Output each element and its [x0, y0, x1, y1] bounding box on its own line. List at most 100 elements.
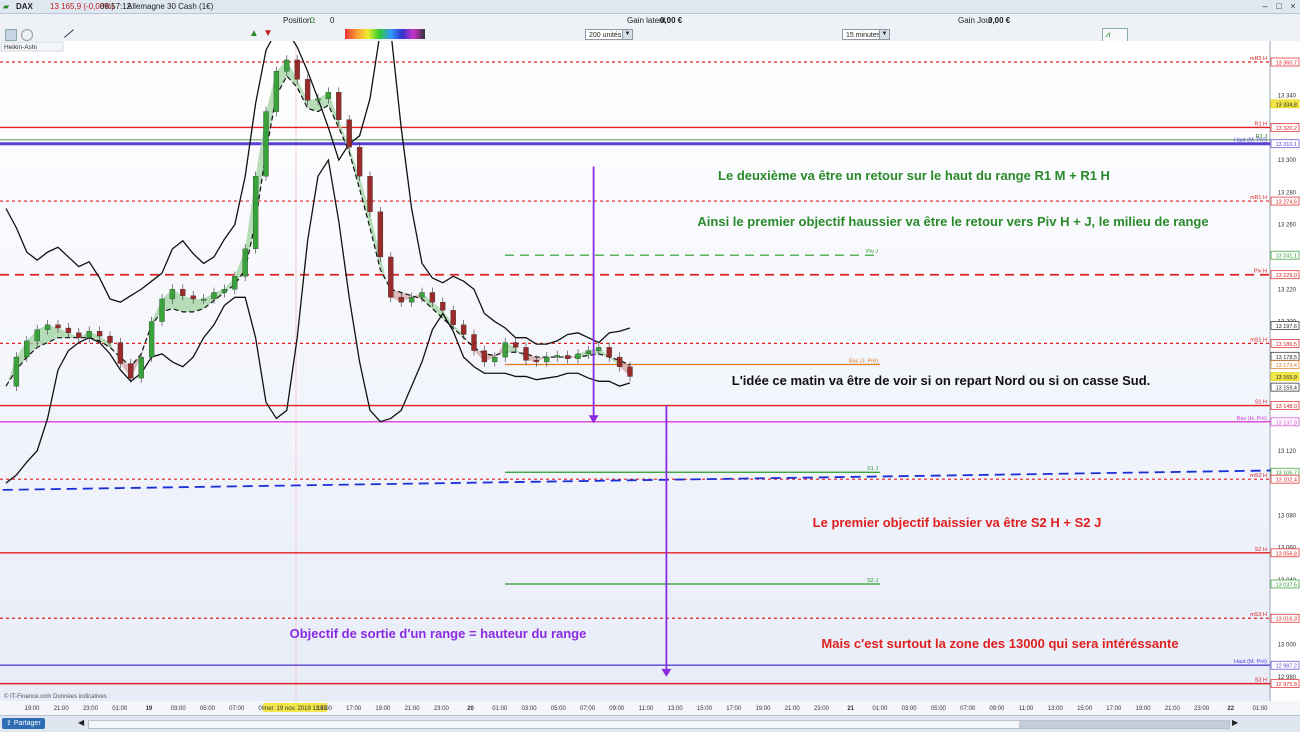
annotation-a4[interactable]: Le premier objectif baissier va être S2 … — [813, 515, 1102, 530]
x-tick-label: 17:00 — [726, 706, 742, 712]
candle-down — [606, 347, 612, 358]
x-tick-label: 11:00 — [639, 706, 654, 712]
annotation-a6[interactable]: Mais c'est surtout la zone des 13000 qui… — [821, 636, 1178, 651]
x-tick-label: 23:00 — [434, 706, 450, 712]
close-icon[interactable]: × — [1286, 0, 1300, 13]
candle-up — [502, 342, 508, 358]
level-label-bas-j-pr: Bas (J. Pré) — [849, 359, 878, 365]
y-tick-label: 13 280 — [1278, 190, 1297, 196]
level-label-s3-h: S3 H — [1255, 678, 1267, 684]
candle-down — [65, 327, 72, 334]
candle-up — [24, 340, 30, 358]
candle-down — [377, 211, 384, 258]
zoom-tool-icon[interactable] — [21, 29, 33, 41]
level-label-mr3-h: mR3 H — [1250, 56, 1267, 62]
candle-up — [159, 298, 165, 322]
candle-down — [128, 363, 134, 379]
maximize-icon[interactable]: □ — [1272, 0, 1286, 13]
annotation-a3[interactable]: L'idée ce matin va être de voir si on re… — [732, 373, 1151, 388]
candle-down — [55, 324, 61, 329]
x-tick-label: 21:00 — [785, 706, 801, 712]
candle-down — [346, 119, 352, 148]
share-button[interactable]: ⇪ Partager — [2, 718, 45, 729]
scrollbar-thumb[interactable] — [1019, 721, 1229, 728]
line-tool-icon[interactable] — [64, 29, 74, 38]
x-tick-label: 13:00 — [668, 706, 684, 712]
time-scrollbar[interactable] — [88, 720, 1230, 729]
gain-jour-value: 0,00 € — [988, 16, 1011, 25]
candle-up — [408, 297, 415, 303]
candle-up — [575, 353, 581, 359]
level-label-r1-h: R1 H — [1254, 121, 1267, 127]
bottom-bar: ⇪ Partager ◀ ▶ — [0, 715, 1300, 732]
candle-down — [481, 350, 488, 363]
candle-down — [367, 176, 373, 212]
candle-up — [263, 111, 269, 177]
title-bar: ▰ DAX 13 165,9 (-0,08%) 08:57:12 Allemag… — [0, 0, 1300, 14]
price-tag-label: 13 178,5 — [1276, 355, 1297, 361]
price-tag-label: 13 137,9 — [1276, 420, 1297, 426]
y-tick-label: 13 260 — [1278, 223, 1297, 229]
x-tick-label: 23:00 — [1194, 706, 1210, 712]
x-tick-label: 03:00 — [171, 706, 187, 712]
position-value: 0 — [310, 16, 315, 25]
x-tick-label: 20 — [467, 706, 474, 712]
candle-down — [304, 79, 311, 101]
arrow-up-icon[interactable]: ▲ — [249, 28, 259, 39]
price-tag-label: 13 360,7 — [1276, 61, 1297, 67]
units-select[interactable]: 200 unités ▼ — [585, 29, 633, 40]
price-tag-label: 13 173,4 — [1276, 363, 1297, 369]
level-label-s1-j: S1 J — [867, 466, 878, 472]
scroll-right-icon[interactable]: ▶ — [1232, 718, 1238, 727]
level-label-piv-h: Piv H — [1254, 269, 1267, 275]
x-tick-label: 09:00 — [609, 706, 625, 712]
x-tick-label: 09:00 — [989, 706, 1005, 712]
level-label-haut-m-pr: Haut (M. Pré) — [1234, 138, 1267, 144]
footer-note: © IT-Finance.com Données indicatives — [4, 693, 107, 700]
candle-up — [221, 289, 228, 293]
candle-up — [284, 59, 290, 72]
candle-up — [554, 355, 560, 358]
candle-down — [180, 289, 186, 296]
price-chart[interactable]: Heikin-Ashi mR3 HR1 HR1 JHaut (M. Pré)mR… — [0, 41, 1300, 715]
annotation-a1[interactable]: Le deuxième va être un retour sur le hau… — [718, 168, 1110, 183]
annotation-a5[interactable]: Objectif de sortie d'un range = hauteur … — [290, 626, 587, 641]
candle-up — [211, 292, 217, 300]
candle-down — [512, 342, 519, 348]
arrow-down-icon[interactable]: ▼ — [263, 28, 273, 39]
candle-up — [242, 248, 248, 277]
timeframe-select[interactable]: 15 minutes ▼ — [842, 29, 890, 40]
cursor-tool-icon[interactable] — [5, 29, 17, 41]
candle-up — [138, 356, 144, 379]
chart-type-button[interactable]: ⩘ — [1102, 28, 1128, 42]
minimize-icon[interactable]: – — [1258, 0, 1272, 13]
candle-up — [273, 71, 280, 112]
candle-down — [533, 360, 540, 363]
candle-down — [523, 347, 529, 361]
x-tick-label: 21:00 — [1165, 706, 1181, 712]
x-tick-label: 05:00 — [551, 706, 567, 712]
annotation-a2[interactable]: Ainsi le premier objectif haussier va êt… — [697, 214, 1208, 229]
x-tick-label: 15:00 — [1077, 706, 1093, 712]
price-tag-label: 13 037,5 — [1276, 582, 1297, 588]
candle-down — [336, 92, 342, 120]
x-tick-label: 19:00 — [24, 706, 40, 712]
candle-down — [460, 324, 467, 335]
x-tick-label: 19:00 — [1136, 706, 1152, 712]
price-tag-label: 13 016,3 — [1276, 617, 1297, 623]
timeframe-select-value: 15 minutes — [846, 32, 881, 39]
instrument-label[interactable]: DAX — [16, 2, 33, 11]
level-label-ms2-h: mS2 H — [1250, 473, 1267, 479]
candle-up — [86, 331, 92, 338]
candle-down — [107, 335, 113, 343]
candle-down — [616, 356, 623, 367]
x-tick-label: 03:00 — [902, 706, 918, 712]
candle-down — [471, 334, 477, 351]
x-tick-label: 13:00 — [1048, 706, 1064, 712]
color-palette-icon[interactable] — [345, 29, 425, 39]
price-tag-label: 13 056,8 — [1276, 551, 1297, 557]
candle-up — [492, 356, 498, 363]
candle-down — [564, 355, 571, 359]
candle-up — [44, 324, 51, 330]
scroll-left-icon[interactable]: ◀ — [78, 718, 84, 727]
